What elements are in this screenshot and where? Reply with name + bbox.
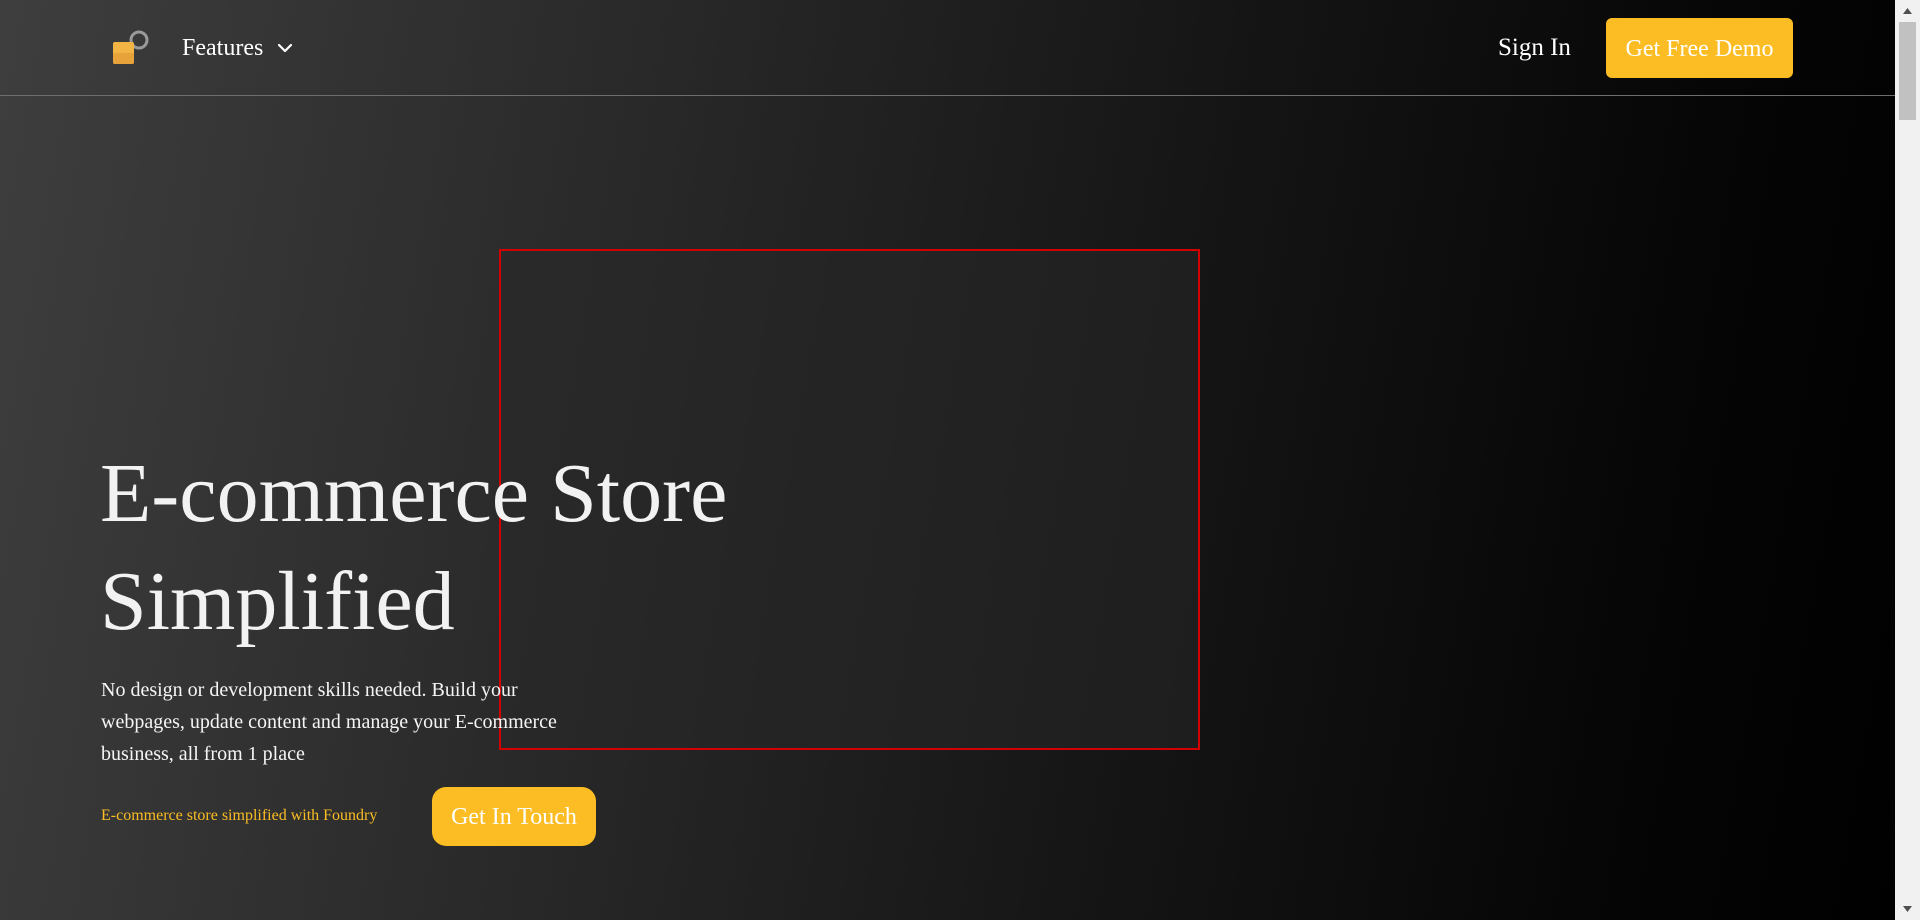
hero-tagline: E-commerce store simplified with Foundry — [101, 807, 378, 824]
sign-in-link[interactable]: Sign In — [1498, 30, 1571, 66]
scroll-up-arrow-icon[interactable] — [1895, 0, 1920, 22]
chevron-down-icon — [278, 43, 293, 53]
get-free-demo-button[interactable]: Get Free Demo — [1606, 18, 1793, 78]
scroll-down-arrow-icon[interactable] — [1895, 898, 1920, 920]
page: Features Sign In Get Free Demo E-commerc… — [0, 0, 1895, 920]
scrollbar-thumb[interactable] — [1899, 22, 1916, 120]
lock-logo-icon[interactable] — [112, 28, 152, 68]
hero-title: E-commerce Store Simplified — [100, 447, 728, 648]
get-in-touch-button[interactable]: Get In Touch — [432, 787, 596, 846]
nav-features-label: Features — [182, 34, 264, 61]
site-header: Features Sign In Get Free Demo — [0, 0, 1895, 96]
vertical-scrollbar[interactable] — [1895, 0, 1920, 920]
nav-features-dropdown[interactable]: Features — [182, 30, 295, 66]
hero-description: No design or development skills needed. … — [101, 679, 557, 765]
